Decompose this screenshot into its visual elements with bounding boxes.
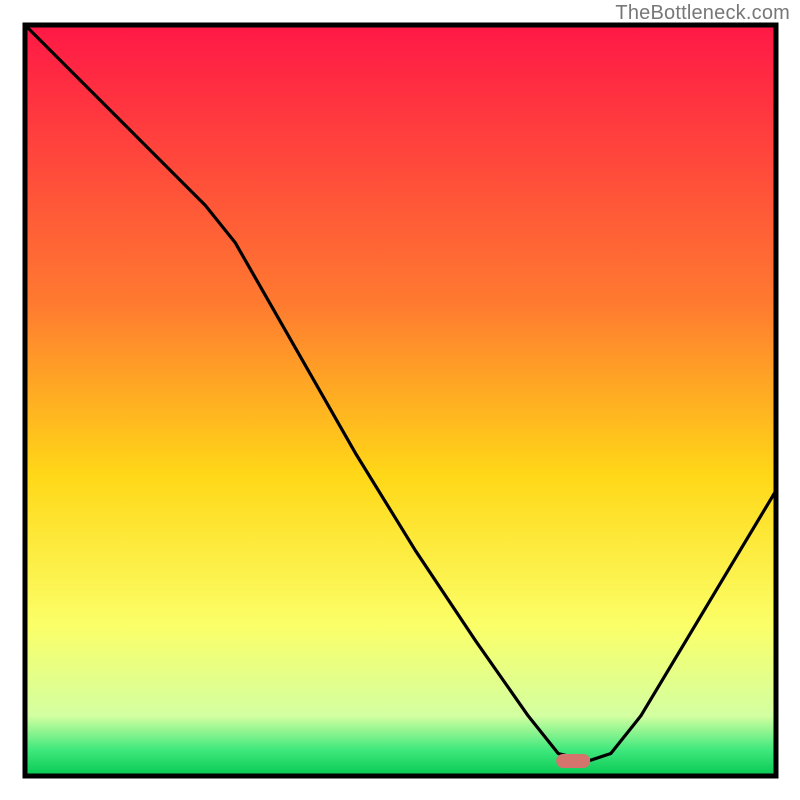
bottleneck-chart xyxy=(0,0,800,800)
optimum-marker xyxy=(556,754,590,768)
